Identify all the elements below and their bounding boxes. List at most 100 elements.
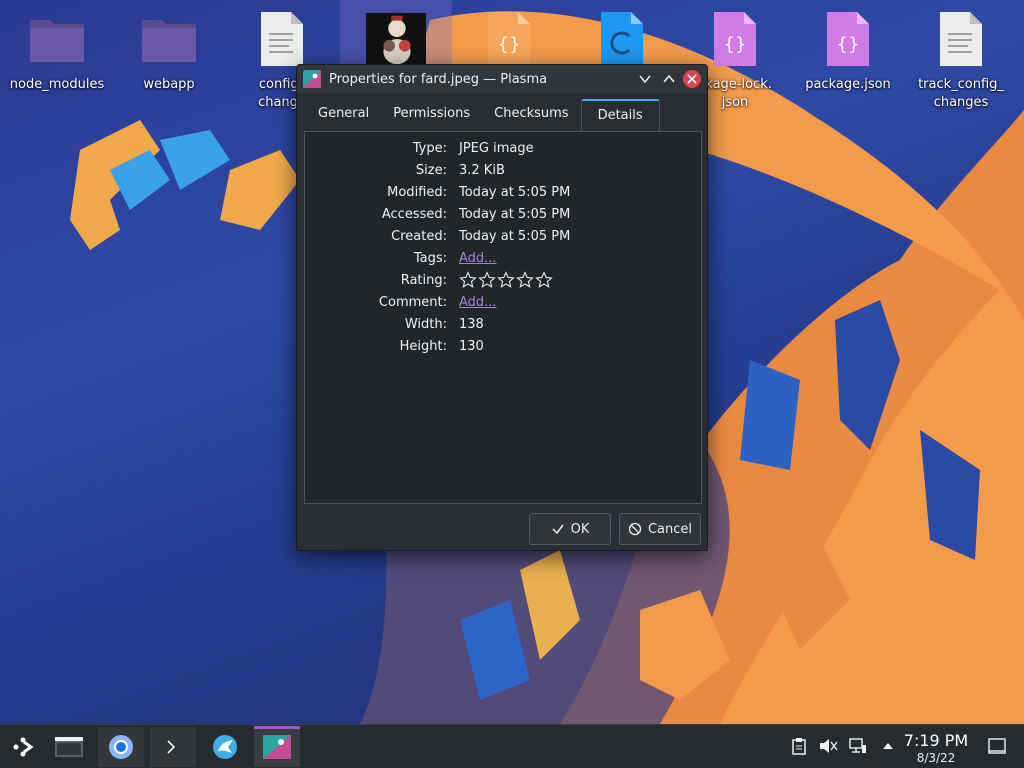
task-terminal[interactable] [150, 727, 196, 767]
field-label: Modified: [387, 184, 447, 200]
height-value: 130 [459, 338, 484, 354]
clock-time: 7:19 PM [903, 731, 969, 750]
field-label: Type: [412, 140, 447, 156]
details-row-modified: Modified: Today at 5:05 PM [305, 181, 703, 203]
desktop-icon-css-file[interactable] [566, 8, 678, 70]
checkmark-icon [552, 524, 564, 535]
details-row-comment: Comment: Add... [305, 291, 703, 313]
file-manager-icon [55, 737, 83, 757]
desktop-icon-label: package.json [805, 77, 891, 92]
details-panel: Type: JPEG image Size: 3.2 KiB Modified:… [304, 131, 702, 504]
desktop-icon-json-file[interactable]: {} [453, 8, 565, 70]
field-label: Comment: [378, 294, 447, 310]
tab-permissions[interactable]: Permissions [381, 99, 482, 131]
star-icon[interactable] [459, 271, 477, 289]
svg-text:{}: {} [498, 34, 521, 55]
details-row-height: Height: 130 [305, 335, 703, 357]
desktop-icon-label: webapp [143, 77, 195, 92]
minimize-button[interactable] [635, 69, 655, 89]
add-tags-link[interactable]: Add... [459, 251, 497, 266]
ok-label: OK [570, 521, 590, 537]
field-label: Size: [415, 162, 447, 178]
network-wired-icon [849, 738, 866, 753]
close-icon [687, 74, 697, 84]
task-chromium[interactable] [98, 727, 144, 767]
tab-bar: General Permissions Checksums Details [297, 93, 707, 131]
field-label: Created: [391, 228, 447, 244]
field-label: Accessed: [381, 206, 447, 222]
svg-text:{}: {} [837, 34, 860, 55]
tray-clipboard[interactable] [788, 735, 810, 757]
desktop-icon-node-modules[interactable]: node_modules [1, 8, 113, 94]
field-label: Rating: [400, 272, 447, 288]
chevron-up-icon [883, 743, 893, 749]
modified-value: Today at 5:05 PM [459, 184, 571, 200]
details-row-type: Type: JPEG image [305, 137, 703, 159]
folder-icon [27, 8, 87, 70]
tray-volume[interactable] [817, 735, 839, 757]
maximize-button[interactable] [659, 69, 679, 89]
cancel-label: Cancel [647, 521, 693, 537]
dialog-titlebar[interactable]: Properties for fard.jpeg — Plasma [297, 65, 707, 93]
desktop-icon-label: track_config_ changes [918, 77, 1004, 110]
desktop-icon-webapp[interactable]: webapp [113, 8, 225, 94]
tab-general[interactable]: General [306, 99, 381, 131]
properties-dialog: Properties for fard.jpeg — Plasma Genera… [296, 64, 708, 551]
cancel-button[interactable]: Cancel [619, 513, 701, 545]
star-icon[interactable] [535, 271, 553, 289]
task-properties-dialog[interactable] [254, 726, 300, 767]
tab-checksums[interactable]: Checksums [482, 99, 580, 131]
width-value: 138 [459, 316, 484, 332]
text-file-icon [931, 8, 991, 70]
details-row-size: Size: 3.2 KiB [305, 159, 703, 181]
desktop-icon-label: node_modules [9, 77, 105, 92]
ok-button[interactable]: OK [529, 513, 611, 545]
tray-network[interactable] [847, 735, 869, 757]
properties-app-icon [303, 70, 321, 88]
add-comment-link[interactable]: Add... [459, 295, 497, 310]
dialog-title: Properties for fard.jpeg — Plasma [329, 71, 548, 87]
size-value: 3.2 KiB [459, 162, 505, 178]
star-icon[interactable] [478, 271, 496, 289]
task-discover[interactable] [202, 727, 248, 767]
details-row-width: Width: 138 [305, 313, 703, 335]
type-value: JPEG image [459, 140, 534, 156]
digital-clock[interactable]: 7:19 PM 8/3/22 [896, 732, 976, 766]
desktop-icon-fard-jpeg[interactable] [340, 0, 452, 74]
field-label: Height: [399, 338, 447, 354]
clock-date: 8/3/22 [916, 751, 956, 765]
details-row-rating: Rating: [305, 269, 703, 291]
desktop-icon-track-config-changes[interactable]: track_config_ changes [905, 8, 1017, 112]
folder-icon [139, 8, 199, 70]
details-row-accessed: Accessed: Today at 5:05 PM [305, 203, 703, 225]
volume-muted-icon [820, 739, 838, 753]
field-label: Width: [404, 316, 447, 332]
properties-app-icon [263, 735, 291, 759]
details-row-tags: Tags: Add... [305, 247, 703, 269]
application-launcher-icon [13, 737, 34, 757]
json-file-icon: {} [705, 8, 765, 70]
svg-text:{}: {} [724, 34, 747, 55]
cancel-icon [628, 522, 642, 536]
json-file-icon: {} [818, 8, 878, 70]
star-icon[interactable] [516, 271, 534, 289]
show-desktop-button[interactable] [986, 735, 1008, 757]
field-label: Tags: [413, 250, 447, 266]
accessed-value: Today at 5:05 PM [459, 206, 571, 222]
clipboard-icon [792, 738, 806, 755]
chevron-down-icon [639, 75, 651, 84]
details-row-created: Created: Today at 5:05 PM [305, 225, 703, 247]
tab-details[interactable]: Details [580, 99, 660, 131]
image-thumbnail-icon [366, 8, 426, 70]
star-icon[interactable] [497, 271, 515, 289]
close-button[interactable] [683, 70, 701, 88]
terminal-icon [160, 735, 186, 759]
chevron-up-icon [663, 74, 675, 83]
task-file-manager[interactable] [46, 727, 92, 767]
taskbar: 7:19 PM 8/3/22 [0, 724, 1024, 768]
rating-stars[interactable] [459, 271, 553, 289]
application-launcher-button[interactable] [0, 727, 46, 767]
desktop-icon-package-json[interactable]: {} package.json [792, 8, 904, 94]
created-value: Today at 5:05 PM [459, 228, 571, 244]
code-file-icon: {} [479, 8, 539, 70]
